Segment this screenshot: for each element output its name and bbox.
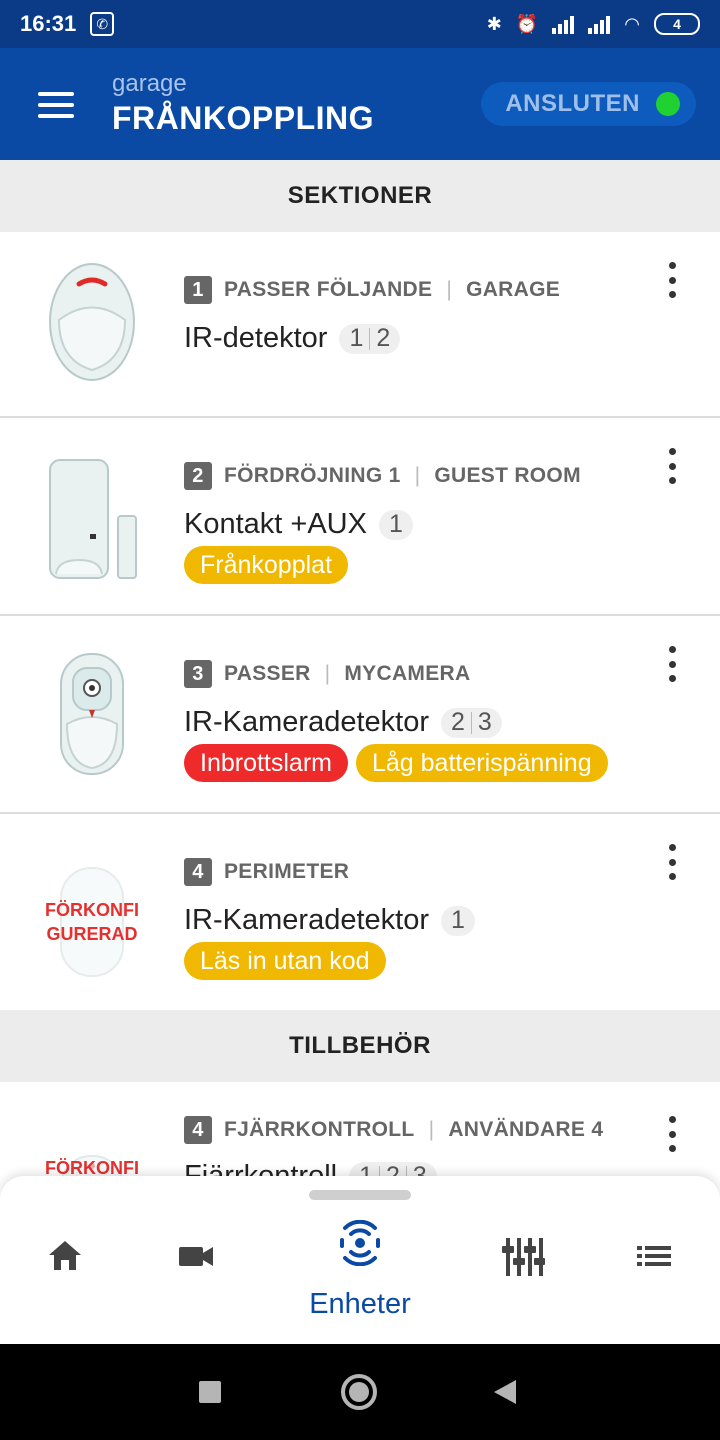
device-area: MYCAMERA bbox=[344, 662, 471, 685]
device-row-2[interactable]: 2 FÖRDRÖJNING 1 | GUEST ROOM Kontakt +AU… bbox=[0, 418, 720, 616]
zone-badges: 1 bbox=[441, 905, 475, 936]
device-tags: Inbrottslarm Låg batterispänning bbox=[184, 744, 608, 782]
menu-icon[interactable] bbox=[38, 92, 74, 118]
device-number-badge: 2 bbox=[184, 462, 212, 490]
header-subtitle: garage bbox=[112, 70, 187, 97]
device-row-4[interactable]: FÖRKONFI GURERAD 4 PERIMETER IR-Kameradet… bbox=[0, 814, 720, 1010]
devices-icon[interactable] bbox=[320, 1220, 400, 1280]
device-name: IR-detektor bbox=[184, 322, 328, 354]
more-options-icon[interactable] bbox=[664, 262, 680, 298]
device-number-badge: 3 bbox=[184, 660, 212, 688]
drag-handle[interactable] bbox=[309, 1190, 411, 1200]
device-meta: 4 FJÄRRKONTROLL | ANVÄNDARE 4 bbox=[184, 1116, 603, 1144]
more-options-icon[interactable] bbox=[664, 1116, 680, 1152]
device-mode: PASSER bbox=[224, 662, 311, 685]
signal-icon bbox=[552, 14, 575, 34]
connection-indicator-icon bbox=[656, 92, 680, 116]
bluetooth-icon: ✱ bbox=[486, 13, 502, 34]
device-name: Kontakt +AUX bbox=[184, 508, 367, 540]
more-options-icon[interactable] bbox=[664, 844, 680, 880]
page-title: FRÅNKOPPLING bbox=[112, 100, 374, 136]
device-row-1[interactable]: 1 PASSER FÖLJANDE | GARAGE IR-detektor 1… bbox=[0, 232, 720, 418]
meta-separator: | bbox=[446, 278, 453, 301]
list-icon[interactable] bbox=[614, 1236, 694, 1296]
zone-badge: 1 bbox=[349, 324, 364, 352]
system-navigation-bar bbox=[0, 1344, 720, 1440]
device-mode: FÖRDRÖJNING 1 bbox=[224, 464, 401, 487]
recent-apps-icon[interactable] bbox=[199, 1381, 221, 1403]
zone-badge: 2 bbox=[376, 324, 391, 352]
alarm-clock-icon: ⏰ bbox=[515, 13, 539, 34]
signal-icon-2 bbox=[588, 14, 611, 34]
zone-badge: 1 bbox=[388, 510, 403, 538]
ir-detector-image bbox=[36, 254, 148, 390]
device-area: GUEST ROOM bbox=[434, 464, 581, 487]
alarm-tag: Inbrottslarm bbox=[184, 744, 348, 782]
preconfigured-device-image: FÖRKONFI GURERAD bbox=[36, 854, 148, 990]
zone-badges: 12 bbox=[339, 323, 401, 354]
home-icon[interactable] bbox=[25, 1236, 105, 1296]
device-meta: 4 PERIMETER bbox=[184, 858, 349, 886]
nav-label-enheter[interactable]: Enheter bbox=[260, 1288, 460, 1321]
connection-status[interactable]: ANSLUTEN bbox=[481, 82, 696, 126]
device-number-badge: 1 bbox=[184, 276, 212, 304]
device-number-badge: 4 bbox=[184, 858, 212, 886]
status-time: 16:31 bbox=[20, 11, 77, 36]
door-contact-image bbox=[36, 450, 148, 586]
more-options-icon[interactable] bbox=[664, 646, 680, 682]
meta-separator: | bbox=[428, 1118, 435, 1141]
preconfigured-label: FÖRKONFI GURERAD bbox=[36, 854, 148, 990]
battery-level: 4 bbox=[673, 16, 681, 32]
device-tags: Läs in utan kod bbox=[184, 942, 386, 980]
meta-separator: | bbox=[324, 662, 331, 685]
device-row-3[interactable]: 3 PASSER | MYCAMERA IR-Kameradetektor 23… bbox=[0, 616, 720, 814]
zone-badges: 1 bbox=[378, 509, 413, 540]
meta-separator: | bbox=[414, 464, 421, 487]
equalizer-icon[interactable] bbox=[483, 1236, 563, 1296]
device-meta: 2 FÖRDRÖJNING 1 | GUEST ROOM bbox=[184, 462, 581, 490]
app-bar: garage FRÅNKOPPLING ANSLUTEN bbox=[0, 48, 720, 160]
ir-camera-detector-image bbox=[36, 646, 148, 782]
silent-icon: ✆ bbox=[90, 12, 115, 36]
back-icon[interactable] bbox=[494, 1380, 516, 1404]
zone-badge: 2 bbox=[451, 708, 465, 736]
device-mode: PASSER FÖLJANDE bbox=[224, 278, 433, 301]
section-header-tillbehor: TILLBEHÖR bbox=[0, 1010, 720, 1082]
bottom-navigation: Enheter bbox=[0, 1176, 720, 1344]
preconfigured-line1: FÖRKONFI bbox=[45, 900, 139, 920]
device-name: IR-Kameradetektor bbox=[184, 904, 429, 936]
device-tags: Frånkopplat bbox=[184, 546, 349, 584]
video-camera-icon[interactable] bbox=[156, 1236, 236, 1296]
device-name-row: Kontakt +AUX 1 bbox=[184, 508, 413, 541]
device-mode: FJÄRRKONTROLL bbox=[224, 1118, 415, 1141]
connection-label: ANSLUTEN bbox=[505, 90, 640, 117]
zone-badge: 3 bbox=[477, 708, 492, 736]
device-area: ANVÄNDARE 4 bbox=[448, 1118, 604, 1141]
device-name: IR-Kameradetektor bbox=[184, 706, 429, 738]
device-area: GARAGE bbox=[466, 278, 561, 301]
low-battery-tag: Låg batterispänning bbox=[355, 744, 608, 782]
device-number-badge: 4 bbox=[184, 1116, 212, 1144]
home-button-icon[interactable] bbox=[341, 1374, 377, 1410]
battery-icon: 4 bbox=[654, 13, 700, 35]
status-tag: Läs in utan kod bbox=[184, 942, 386, 980]
preconfigured-line2: GURERAD bbox=[46, 924, 138, 944]
section-header-sektioner: SEKTIONER bbox=[0, 160, 720, 232]
device-name-row: IR-detektor 12 bbox=[184, 322, 401, 355]
more-options-icon[interactable] bbox=[664, 448, 680, 484]
status-bar: 16:31 ✆ ✱ ⏰ ◠ 4 bbox=[0, 0, 720, 48]
device-name-row: IR-Kameradetektor 23 bbox=[184, 706, 502, 739]
wifi-icon: ◠ bbox=[624, 13, 640, 34]
device-meta: 3 PASSER | MYCAMERA bbox=[184, 660, 470, 688]
device-name-row: IR-Kameradetektor 1 bbox=[184, 904, 475, 937]
zone-badges: 23 bbox=[441, 707, 502, 738]
device-mode: PERIMETER bbox=[224, 860, 350, 883]
device-meta: 1 PASSER FÖLJANDE | GARAGE bbox=[184, 276, 560, 304]
status-tag: Frånkopplat bbox=[184, 546, 349, 584]
zone-badge: 1 bbox=[451, 906, 465, 934]
